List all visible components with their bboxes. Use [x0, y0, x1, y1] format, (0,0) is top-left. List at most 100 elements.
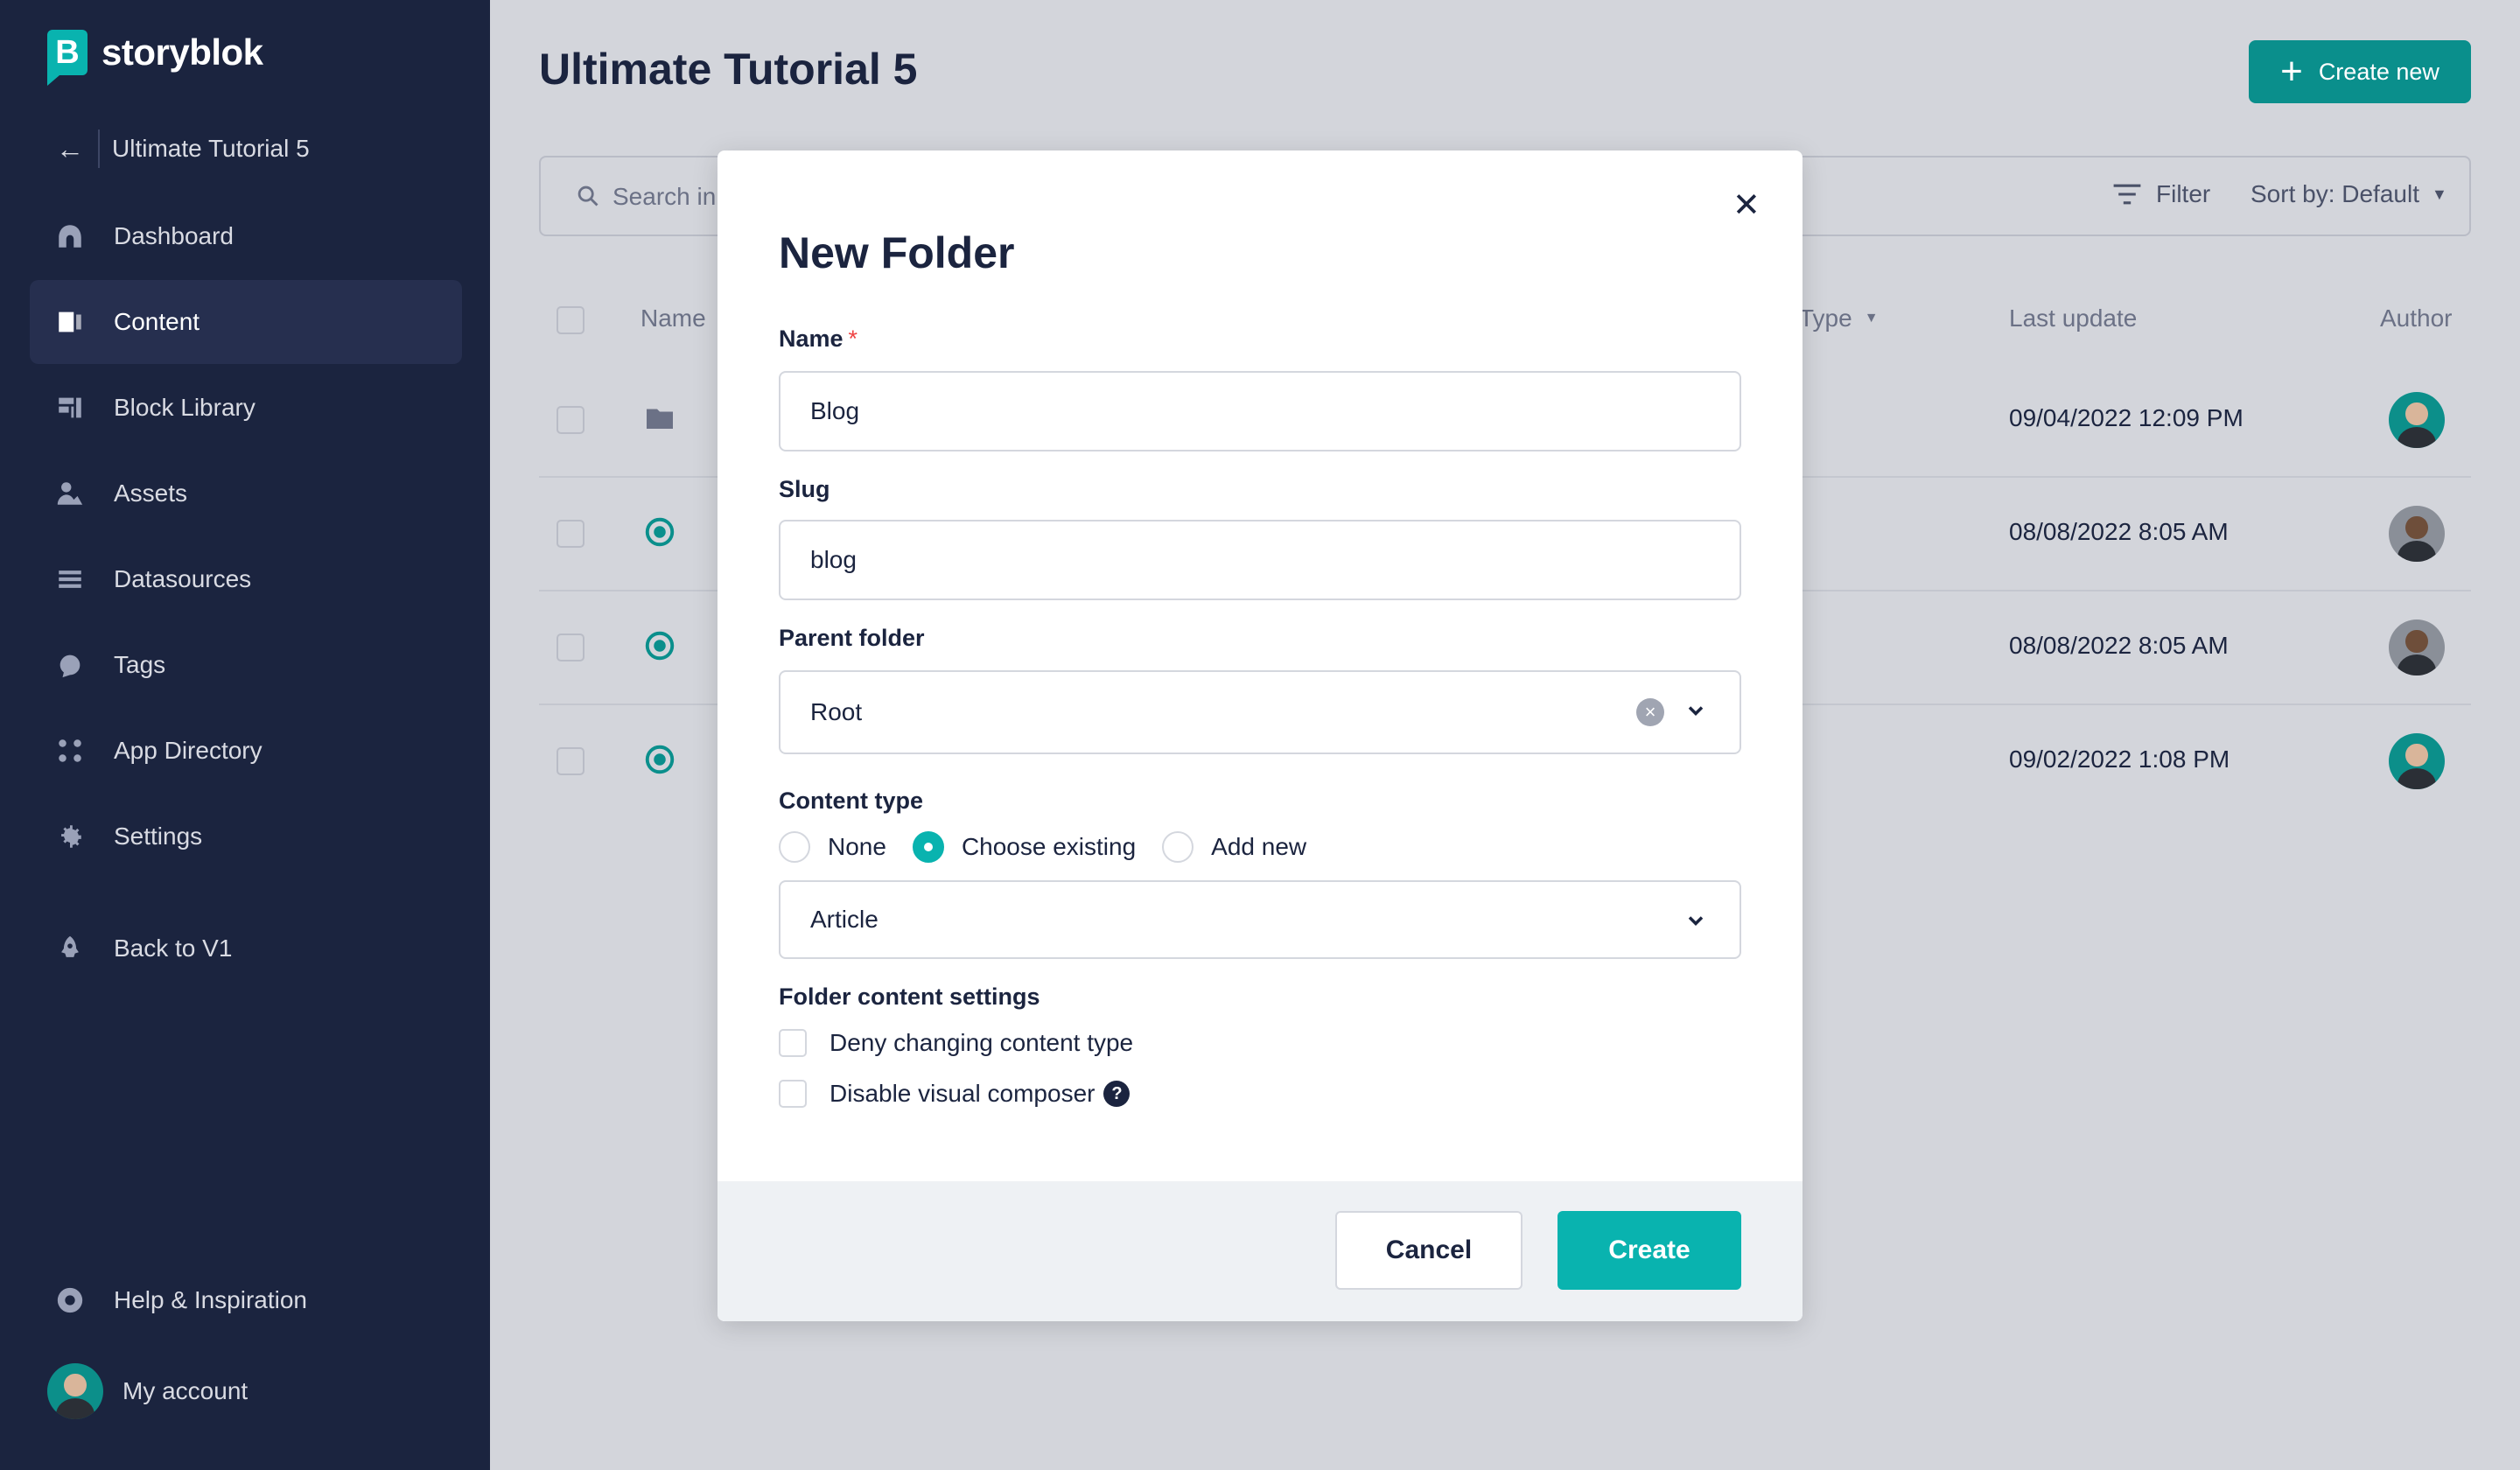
gear-icon — [54, 821, 86, 852]
sidebar-item-label: Datasources — [114, 565, 252, 592]
select-all-checkbox[interactable] — [556, 306, 584, 334]
dashboard-icon — [54, 220, 86, 252]
rocket-icon — [54, 933, 86, 964]
sidebar-item-content[interactable]: Content — [30, 280, 462, 364]
sidebar-item-label: Dashboard — [114, 222, 234, 249]
clear-icon[interactable]: × — [1636, 698, 1664, 726]
slug-field[interactable] — [779, 520, 1741, 600]
datasources-icon — [54, 564, 86, 595]
row-checkbox[interactable] — [556, 747, 584, 775]
author-avatar — [2389, 506, 2445, 562]
radio-label: Choose existing — [961, 833, 1137, 860]
logo-icon: B — [47, 30, 88, 86]
space-name: Ultimate Tutorial 5 — [112, 135, 310, 162]
space-switcher[interactable]: ← Ultimate Tutorial 5 — [56, 128, 310, 170]
radio-circle — [1162, 831, 1194, 863]
radio-label: Add new — [1211, 833, 1307, 860]
radio-choose-existing[interactable]: Choose existing — [912, 831, 1137, 863]
page-title: Ultimate Tutorial 5 — [539, 45, 918, 94]
help-icon[interactable]: ? — [1103, 1081, 1130, 1107]
parent-folder-value: Root — [810, 698, 863, 725]
radio-label: None — [828, 833, 886, 860]
filter-icon — [2113, 184, 2141, 205]
plus-icon: + — [2280, 50, 2303, 93]
dialog-footer: Cancel Create — [718, 1181, 1802, 1321]
chevron-down-icon — [1688, 706, 1704, 716]
dialog-title: New Folder — [779, 228, 1015, 277]
disable-visual-composer[interactable]: Disable visual composer ? — [779, 1080, 1130, 1108]
radio-circle-checked — [912, 831, 944, 863]
sidebar-item-tags[interactable]: Tags — [30, 623, 462, 707]
sidebar-item-my-account[interactable]: My account — [30, 1349, 462, 1433]
column-type-label: Type — [1799, 304, 1852, 332]
sidebar-item-app-directory[interactable]: App Directory — [30, 709, 462, 793]
assets-icon — [54, 478, 86, 509]
last-update: 08/08/2022 8:05 AM — [2009, 518, 2229, 545]
create-new-button[interactable]: + Create new — [2249, 40, 2471, 103]
parent-folder-select[interactable]: Root × — [779, 670, 1741, 754]
chevron-down-icon: ▼ — [1864, 311, 1879, 326]
avatar — [47, 1363, 103, 1419]
logo-text: storyblok — [102, 32, 263, 73]
column-last-update[interactable]: Last update — [2009, 304, 2137, 332]
sidebar-item-label: Block Library — [114, 394, 256, 421]
sidebar-item-datasources[interactable]: Datasources — [30, 537, 462, 621]
slug-label: Slug — [779, 476, 830, 502]
search-icon — [578, 186, 598, 206]
last-update: 09/04/2022 12:09 PM — [2009, 404, 2244, 431]
row-checkbox[interactable] — [556, 406, 584, 434]
sidebar-item-label: Settings — [114, 822, 203, 850]
row-checkbox[interactable] — [556, 634, 584, 662]
sidebar: B storyblok ← Ultimate Tutorial 5 Dashbo… — [0, 0, 490, 1470]
filter-label: Filter — [2156, 180, 2211, 207]
sidebar-item-assets[interactable]: Assets — [30, 452, 462, 536]
close-icon[interactable]: ✕ — [1732, 189, 1760, 222]
row-checkbox[interactable] — [556, 520, 584, 548]
last-update: 09/02/2022 1:08 PM — [2009, 746, 2230, 773]
content-type-radio-group: None Choose existing Add new — [779, 831, 1333, 863]
checkbox[interactable] — [779, 1029, 807, 1057]
column-author[interactable]: Author — [2380, 304, 2453, 332]
create-new-label: Create new — [2318, 58, 2440, 85]
sidebar-item-settings[interactable]: Settings — [30, 794, 462, 878]
sidebar-item-block-library[interactable]: Block Library — [30, 366, 462, 450]
sidebar-item-label: Tags — [114, 651, 166, 678]
sidebar-item-label: Help & Inspiration — [114, 1286, 308, 1313]
author-avatar — [2389, 392, 2445, 448]
author-avatar — [2389, 620, 2445, 676]
storyblok-logo[interactable]: B storyblok — [47, 30, 263, 86]
block-library-icon — [54, 392, 86, 424]
filter-button[interactable]: Filter — [2112, 180, 2210, 208]
content-icon — [54, 306, 86, 338]
story-icon — [645, 631, 675, 661]
story-icon — [645, 517, 675, 547]
folder-icon — [647, 409, 673, 429]
sidebar-item-label: Back to V1 — [114, 934, 233, 962]
sidebar-item-label: My account — [122, 1377, 248, 1404]
sidebar-item-label: App Directory — [114, 737, 262, 764]
name-label-text: Name — [779, 326, 844, 352]
last-update: 08/08/2022 8:05 AM — [2009, 632, 2229, 659]
column-type[interactable]: Type ▼ — [1799, 304, 1879, 332]
space-divider — [98, 130, 100, 168]
author-avatar — [2389, 733, 2445, 789]
story-icon — [645, 745, 675, 774]
sort-dropdown[interactable]: Sort by: Default ▼ — [2250, 180, 2447, 208]
sidebar-item-back-to-v1[interactable]: Back to V1 — [30, 906, 462, 990]
sidebar-item-dashboard[interactable]: Dashboard — [30, 194, 462, 278]
create-button[interactable]: Create — [1558, 1211, 1741, 1290]
radio-none[interactable]: None — [779, 831, 886, 863]
column-name[interactable]: Name — [640, 304, 706, 332]
name-field[interactable] — [779, 371, 1741, 452]
content-type-select[interactable]: Article — [779, 880, 1741, 959]
parent-folder-label: Parent folder — [779, 625, 925, 651]
sidebar-item-help[interactable]: Help & Inspiration — [30, 1258, 462, 1342]
arrow-left-icon[interactable]: ← — [56, 133, 84, 165]
deny-changing-content-type[interactable]: Deny changing content type — [779, 1029, 1133, 1057]
radio-circle — [779, 831, 810, 863]
content-type-label: Content type — [779, 788, 923, 814]
checkbox-label: Disable visual composer — [830, 1080, 1096, 1107]
checkbox[interactable] — [779, 1080, 807, 1108]
cancel-button[interactable]: Cancel — [1335, 1211, 1522, 1290]
radio-add-new[interactable]: Add new — [1162, 831, 1306, 863]
